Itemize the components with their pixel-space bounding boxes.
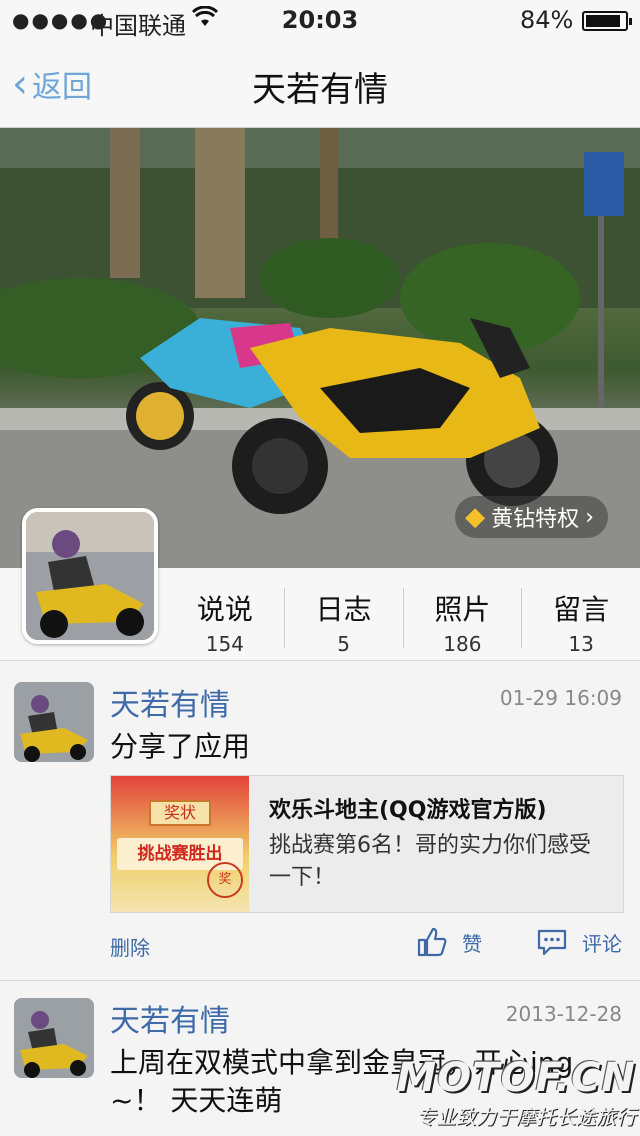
divider [0,660,640,661]
thumbs-up-icon [417,927,447,957]
comment-button[interactable]: 评论 [536,926,622,958]
post-time: 2013-12-28 [505,1002,622,1026]
thumb-award-label: 奖状 [149,800,211,826]
post-avatar[interactable] [14,998,94,1078]
avatar-rider-image [14,998,94,1078]
share-title: 欢乐斗地主(QQ游戏官方版) [269,798,547,823]
stat-messages[interactable]: 留言 13 [522,588,640,656]
battery-percent: 84% [520,6,574,34]
navigation-bar: ‹ 返回 天若有情 [0,40,640,128]
divider [0,980,640,981]
like-label: 赞 [462,931,482,956]
thumb-seal: 奖 [207,862,243,898]
battery-icon [582,11,632,31]
profile-page: ●●●●● 中国联通 20:03 84% ‹ 返回 天若有情 ◆ 黄钻特权 › … [0,0,640,1136]
site-watermark: MOTOF.CN 专业致力于摩托长途旅行 [396,1055,636,1130]
chevron-right-icon: › [585,504,594,530]
stat-value: 154 [205,632,244,656]
stats-row: 说说 154 日志 5 照片 186 留言 13 [166,588,640,656]
vip-privilege-button[interactable]: ◆ 黄钻特权 › [455,496,608,538]
stat-label: 说说 [196,593,253,626]
delete-button[interactable]: 删除 [110,932,150,961]
watermark-logo: MOTOF.CN [396,1055,636,1101]
stat-blog[interactable]: 日志 5 [285,588,404,656]
post-avatar[interactable] [14,682,94,762]
like-button[interactable]: 赞 [416,926,482,958]
share-description: 挑战赛第6名！哥的实力你们感受一下！ [269,833,591,890]
comment-label: 评论 [582,931,622,956]
stat-value: 5 [337,632,350,656]
watermark-slogan: 专业致力于摩托长途旅行 [416,1105,636,1129]
post-author[interactable]: 天若有情 [110,680,230,724]
comment-bubble-icon [537,929,567,956]
profile-avatar[interactable] [22,508,158,644]
stat-value: 13 [568,632,594,656]
stat-shuoshuo[interactable]: 说说 154 [166,588,285,656]
page-title: 天若有情 [252,70,388,110]
stat-value: 186 [443,632,482,656]
stat-label: 照片 [434,593,491,626]
shared-app-card[interactable]: 奖状 挑战赛胜出 奖 欢乐斗地主(QQ游戏官方版) 挑战赛第6名！哥的实力你们感… [110,775,624,913]
avatar-rider-image [26,512,154,640]
yellow-diamond-icon: ◆ [465,502,486,532]
post-time: 01-29 16:09 [499,686,622,710]
vip-label: 黄钻特权 [491,507,580,532]
stat-label: 留言 [553,593,610,626]
share-thumbnail: 奖状 挑战赛胜出 奖 [111,776,249,912]
stat-photos[interactable]: 照片 186 [404,588,523,656]
status-bar: ●●●●● 中国联通 20:03 84% [0,0,640,40]
post-text: 分享了应用 [110,730,251,763]
post-author[interactable]: 天若有情 [110,996,230,1040]
stat-label: 日志 [315,593,372,626]
avatar-rider-image [14,682,94,762]
post-actions: 删除 赞 评论 [110,926,630,966]
